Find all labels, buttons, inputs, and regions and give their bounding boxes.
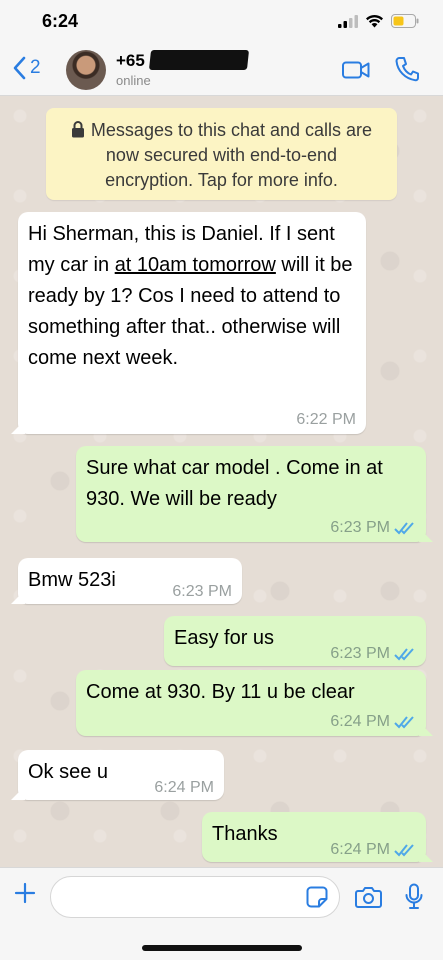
microphone-icon[interactable]: [405, 883, 423, 911]
status-icons: [338, 14, 419, 28]
message-text: Come at 930. By 11 u be clear: [86, 681, 355, 703]
message-time: 6:23 PM: [330, 645, 390, 662]
message-incoming[interactable]: Bmw 523i 6:23 PM: [18, 558, 242, 604]
redaction-mark: [148, 50, 250, 70]
chat-area[interactable]: Messages to this chat and calls are now …: [0, 96, 443, 867]
message-outgoing[interactable]: Thanks 6:24 PM: [202, 812, 426, 862]
message-incoming[interactable]: Ok see u 6:24 PM: [18, 750, 224, 800]
message-outgoing[interactable]: Sure what car model . Come in at 930. We…: [76, 446, 426, 542]
read-receipt-icon: [394, 844, 414, 857]
read-receipt-icon: [394, 716, 414, 729]
message-time: 6:24 PM: [330, 841, 390, 858]
read-receipt-icon: [394, 648, 414, 661]
message-text: Sure what car model . Come in at 930. We…: [86, 457, 383, 510]
contact-status: online: [116, 73, 151, 88]
message-incoming[interactable]: Hi Sherman, this is Daniel. If I sent my…: [18, 212, 366, 434]
message-text: Easy for us: [174, 627, 275, 649]
encryption-notice-text: Messages to this chat and calls are now …: [90, 120, 373, 190]
back-button[interactable]: 2: [12, 56, 41, 80]
home-indicator[interactable]: [142, 945, 302, 951]
signal-icon: [338, 14, 358, 28]
encryption-notice[interactable]: Messages to this chat and calls are now …: [46, 108, 397, 200]
phone-icon[interactable]: [395, 56, 419, 82]
message-time: 6:24 PM: [154, 779, 214, 796]
plus-icon[interactable]: [14, 882, 36, 904]
status-time: 6:24: [42, 11, 79, 31]
message-text: Bmw 523i: [28, 569, 116, 591]
message-text: Thanks: [212, 823, 278, 845]
video-call-icon[interactable]: [342, 61, 370, 79]
lock-icon: [71, 121, 84, 138]
message-outgoing[interactable]: Come at 930. By 11 u be clear 6:24 PM: [76, 670, 426, 736]
camera-icon[interactable]: [355, 886, 382, 908]
status-bar: 6:24: [0, 0, 443, 46]
message-text-link[interactable]: at 10am tomorrow: [115, 254, 276, 276]
chat-header: 2 +65 online: [0, 46, 443, 96]
contact-name[interactable]: +65: [116, 51, 145, 71]
message-time: 6:23 PM: [330, 519, 390, 536]
read-receipt-icon: [394, 522, 414, 535]
message-outgoing[interactable]: Easy for us 6:23 PM: [164, 616, 426, 666]
unread-count: 2: [30, 57, 41, 78]
chevron-left-icon: [13, 56, 26, 80]
message-time: 6:23 PM: [172, 583, 232, 600]
message-time: 6:22 PM: [296, 411, 356, 428]
message-input[interactable]: [50, 876, 340, 918]
avatar[interactable]: [66, 50, 106, 90]
sticker-icon[interactable]: [306, 886, 328, 908]
wifi-icon: [366, 14, 383, 28]
message-text: Ok see u: [28, 761, 109, 783]
message-time: 6:24 PM: [330, 713, 390, 730]
battery-icon: [391, 14, 419, 28]
